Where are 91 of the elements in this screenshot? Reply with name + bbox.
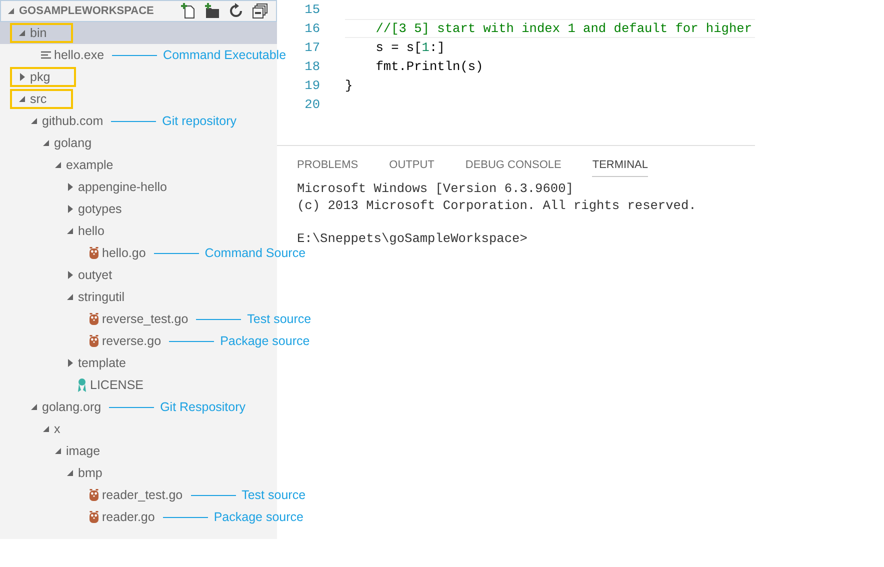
tree-row[interactable]: reader.go Package source [0,506,304,528]
tree-item-label: pkg [30,70,50,84]
workspace-title: GOSAMPLEWORKSPACE [19,5,155,17]
tree-row[interactable]: reverse_test.go Test source [0,308,312,330]
tree-row[interactable]: reader_test.go Test source [0,484,306,506]
tree-item-label: x [54,422,60,436]
code-token: } [345,78,353,93]
tree-item-label: stringutil [78,290,125,304]
tree-item-label: hello [78,224,104,238]
code-token: :] [429,40,445,55]
tree-row[interactable]: bmp [0,462,277,484]
line-number: 18 [304,59,320,74]
ribbon-icon [77,378,87,392]
annotation-label: Command Executable [163,48,286,62]
leader-line [196,318,242,320]
refresh-icon[interactable] [228,3,244,19]
tree-item-label: golang.org [42,400,102,414]
panel-tab[interactable]: PROBLEMS [297,158,358,177]
tree-row[interactable]: stringutil [0,286,277,308]
annotation-label: Test source [242,488,306,502]
annotation-label: Test source [247,312,312,326]
tree-item-label: hello.go [102,246,146,260]
panel-tab[interactable]: DEBUG CONSOLE [465,158,562,177]
collapse-all-icon[interactable] [252,3,268,19]
tree-item-label: appengine-hello [78,180,167,194]
tree-row[interactable]: github.com Git repository [0,110,277,132]
code-token: s = s[ [374,40,422,55]
tree-row[interactable]: pkg [0,66,277,88]
expanded-caret-icon[interactable] [7,7,15,15]
tree-row[interactable]: gotypes [0,198,277,220]
annotation-label: Package source [214,510,304,524]
tree-item-label: gotypes [78,202,122,216]
gopher-icon [89,335,99,347]
terminal-line: Microsoft Windows [Version 6.3.9600] [297,181,574,198]
annotation-label: Git repository [162,114,236,128]
line-number: 19 [304,78,320,93]
leader-line [112,54,158,56]
leader-line [162,516,208,518]
tree-item-label: github.com [42,114,104,128]
code-token: 1 [422,40,430,55]
tree-item-label: bmp [78,466,102,480]
annotation-label: Package source [220,334,310,348]
gopher-icon [89,247,99,259]
tree-row[interactable]: bin [0,22,277,44]
terminal-line: (c) 2013 Microsoft Corporation. All rights reserved. [297,198,698,214]
new-folder-icon[interactable] [204,3,220,19]
line-number: 20 [304,97,320,112]
tree-item-label: hello.exe [54,48,104,62]
tree-item-label: bin [30,26,47,40]
annotation-label: Command Source [204,246,306,260]
leader-line [109,406,154,408]
tree-item-label: LICENSE [90,378,144,392]
tree-row[interactable]: example [0,154,277,176]
tree-row[interactable]: x [0,418,277,440]
leader-line [111,120,156,122]
leader-line [169,340,214,342]
tree-item-label: reverse.go [102,334,162,348]
tree-row[interactable]: golang [0,132,277,154]
gopher-icon [89,313,99,325]
leader-line [190,494,236,496]
panel-tab[interactable]: OUTPUT [389,158,434,177]
line-number: 15 [304,2,320,17]
annotation-label: Git Respository [160,400,246,414]
panel-tab[interactable]: TERMINAL [592,158,648,177]
tree-row[interactable]: image [0,440,277,462]
tree-row[interactable]: template [0,352,277,374]
tree-row[interactable]: hello [0,220,277,242]
tree-row[interactable]: golang.org Git Respository [0,396,277,418]
leader-line [154,252,199,254]
tree-row[interactable]: hello.exe Command Executable [0,44,286,66]
tree-item-label: template [78,356,126,370]
tree-row[interactable]: outyet [0,264,277,286]
text-lines-icon [41,50,51,60]
tree-item-label: golang [54,136,92,150]
tree-row[interactable]: LICENSE [0,374,277,396]
tree-item-label: reader.go [102,510,155,524]
tree-row[interactable]: appengine-hello [0,176,277,198]
gopher-icon [89,489,99,501]
tree-item-label: image [66,444,100,458]
tree-item-label: reverse_test.go [102,312,188,326]
tree-item-label: src [30,92,47,106]
line-number: 16 [304,21,320,36]
new-file-icon[interactable] [180,3,196,19]
code-comment: //[3 5] start with index 1 and default for higher [374,21,752,36]
gopher-icon [89,511,99,523]
tree-item-label: outyet [78,268,112,282]
tree-item-label: example [66,158,114,172]
tree-row[interactable]: reverse.go Package source [0,330,310,352]
tree-item-label: reader_test.go [102,488,183,502]
code-token: fmt.Println(s) [374,59,484,74]
tree-row[interactable]: src [0,88,277,110]
